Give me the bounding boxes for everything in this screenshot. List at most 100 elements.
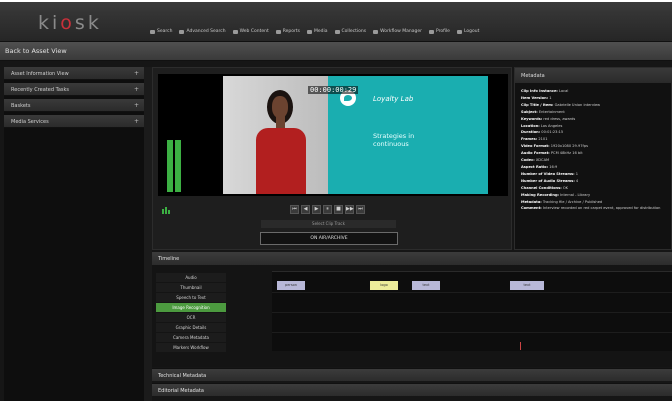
back-to-asset-view-link[interactable]: Back to Asset View (5, 47, 67, 55)
metadata-header[interactable]: Metadata (515, 68, 672, 83)
track-markers-workflow[interactable]: Markers Workflow (156, 343, 226, 352)
metadata-key: Metadata: (521, 199, 542, 204)
kiosk-window: kiosk Search Advanced Search Web Content Re… (0, 2, 672, 401)
track-speech-to-text[interactable]: Speech to Text (156, 293, 226, 302)
audio-meter-left (167, 140, 173, 192)
pause-button[interactable]: ⏸ (323, 205, 332, 214)
metadata-value: Gabrielle Union interview (553, 102, 601, 107)
metadata-line: Clip Title / Item: Gabrielle Union inter… (521, 102, 671, 109)
metadata-key: Location: (521, 123, 540, 128)
app-logo[interactable]: kiosk (38, 12, 102, 34)
metadata-value: 16:9 (548, 164, 558, 169)
red-dress (256, 128, 306, 194)
metadata-value: Tracking file / Archive / Published (541, 199, 603, 204)
user-icon (428, 29, 434, 34)
metadata-line: Location: Los Angeles (521, 123, 671, 130)
skip-forward-button[interactable]: ⏭ (356, 205, 365, 214)
nav-web-content[interactable]: Web Content (232, 29, 269, 34)
nav-label: Search (157, 29, 173, 34)
metadata-value: XDCAM (534, 158, 550, 163)
nav-advanced-search[interactable]: Advanced Search (179, 29, 226, 34)
nav-media[interactable]: Media (307, 29, 328, 34)
expand-icon[interactable]: + (134, 118, 139, 125)
timeline-clip[interactable]: logo (370, 281, 398, 290)
metadata-key: Comment: (521, 206, 542, 211)
track-list: Audio Thumbnail Speech to Text Image Recogn… (156, 273, 226, 353)
metadata-line: Keywords: red dress, awards (521, 116, 671, 123)
play-button[interactable]: ▶ (312, 205, 321, 214)
metadata-key: Number of Video Streams: (521, 171, 575, 176)
nav-workflow-manager[interactable]: Workflow Manager (373, 29, 422, 34)
audio-levels-icon[interactable] (162, 207, 172, 214)
timeline-clip[interactable]: text (510, 281, 544, 290)
stop-button[interactable]: ■ (334, 205, 343, 214)
folder-icon (334, 29, 340, 34)
metadata-key: Making Recording: (521, 192, 559, 197)
fast-forward-button[interactable]: ▶▶ (345, 205, 354, 214)
nav-reports[interactable]: Reports (275, 29, 300, 34)
panel-divider[interactable] (144, 67, 152, 401)
metadata-value: Interview recorded on red carpet event, … (541, 206, 661, 211)
video-viewport[interactable]: Loyalty Lab Strategies in continuous 00:… (158, 74, 508, 196)
metadata-value: 4 (574, 178, 579, 183)
nav-label: Workflow Manager (380, 29, 422, 34)
expand-icon[interactable]: + (134, 86, 139, 93)
nav-label: Advanced Search (186, 29, 226, 34)
audio-meter-right (175, 140, 181, 192)
track-ocr[interactable]: OCR (156, 313, 226, 322)
metadata-line: Frames: 2101 (521, 136, 671, 143)
left-item-label: Asset Information View (11, 71, 69, 77)
metadata-list: Clip Info Instance: Local Item Version: 1… (521, 88, 671, 212)
nav-collections[interactable]: Collections (334, 29, 366, 34)
playhead[interactable] (520, 342, 521, 350)
metadata-key: Number of Audio Streams: (521, 178, 575, 183)
metadata-value: Entertainment (537, 109, 565, 114)
timeline-body: Audio Thumbnail Speech to Text Image Recogn… (152, 265, 672, 367)
track-camera-metadata[interactable]: Camera Metadata (156, 333, 226, 342)
back-bar[interactable]: Back to Asset View (0, 42, 672, 61)
left-item-label: Recently Created Tasks (11, 87, 69, 93)
timeline-clip[interactable]: text (412, 281, 440, 290)
nav-label: Media (314, 29, 328, 34)
report-icon (275, 29, 281, 34)
timeline-header[interactable]: Timeline (152, 252, 672, 265)
left-item-asset-information-view[interactable]: Asset Information View + (4, 67, 144, 80)
metadata-value: PCM 48kHz 16 bit (549, 151, 583, 156)
metadata-line: Comment: Interview recorded on red carpe… (521, 205, 671, 212)
backdrop-brand: Loyalty Lab (373, 95, 414, 103)
player-panel: Loyalty Lab Strategies in continuous 00:… (152, 67, 512, 250)
state-button[interactable]: ON AIR/ARCHIVE (260, 232, 398, 245)
nav-logout[interactable]: Logout (456, 29, 479, 34)
logout-icon (456, 29, 462, 34)
nav-search[interactable]: Search (150, 29, 172, 34)
metadata-key: Frames: (521, 137, 538, 142)
person-face (272, 96, 288, 118)
skip-back-button[interactable]: ⏮ (290, 205, 299, 214)
nav-profile[interactable]: Profile (428, 29, 450, 34)
section-editorial-metadata[interactable]: Editorial Metadata (152, 383, 672, 396)
metadata-key: Video Format: (521, 144, 550, 149)
metadata-key: Item Version: (521, 95, 549, 100)
nav-label: Profile (435, 29, 450, 34)
left-item-media-services[interactable]: Media Services + (4, 115, 144, 128)
track-graphic-details[interactable]: Graphic Details (156, 323, 226, 332)
clip-track-label[interactable]: Select Clip Track (261, 220, 396, 228)
metadata-line: Metadata: Tracking file / Archive / Publ… (521, 199, 671, 206)
timeline-clip[interactable]: person (277, 281, 305, 290)
transport-controls: ⏮ ◀ ▶ ⏸ ■ ▶▶ ⏭ (290, 205, 365, 214)
timeline-lanes[interactable]: person logo text text (272, 271, 672, 351)
track-audio[interactable]: Audio (156, 273, 226, 282)
track-image-recognition[interactable]: Image Recognition (156, 303, 226, 312)
workflow-icon (373, 29, 379, 34)
left-item-recently-created-tasks[interactable]: Recently Created Tasks + (4, 83, 144, 96)
section-technical-metadata[interactable]: Technical Metadata (152, 368, 672, 381)
track-thumbnail[interactable]: Thumbnail (156, 283, 226, 292)
expand-icon[interactable]: + (134, 70, 139, 77)
metadata-line: Subject: Entertainment (521, 109, 671, 116)
metadata-value: 1 (574, 171, 579, 176)
step-back-button[interactable]: ◀ (301, 205, 310, 214)
top-bar: kiosk Search Advanced Search Web Content Re… (0, 2, 672, 42)
expand-icon[interactable]: + (134, 102, 139, 109)
left-item-baskets[interactable]: Baskets + (4, 99, 144, 112)
metadata-line: Codec: XDCAM (521, 157, 671, 164)
